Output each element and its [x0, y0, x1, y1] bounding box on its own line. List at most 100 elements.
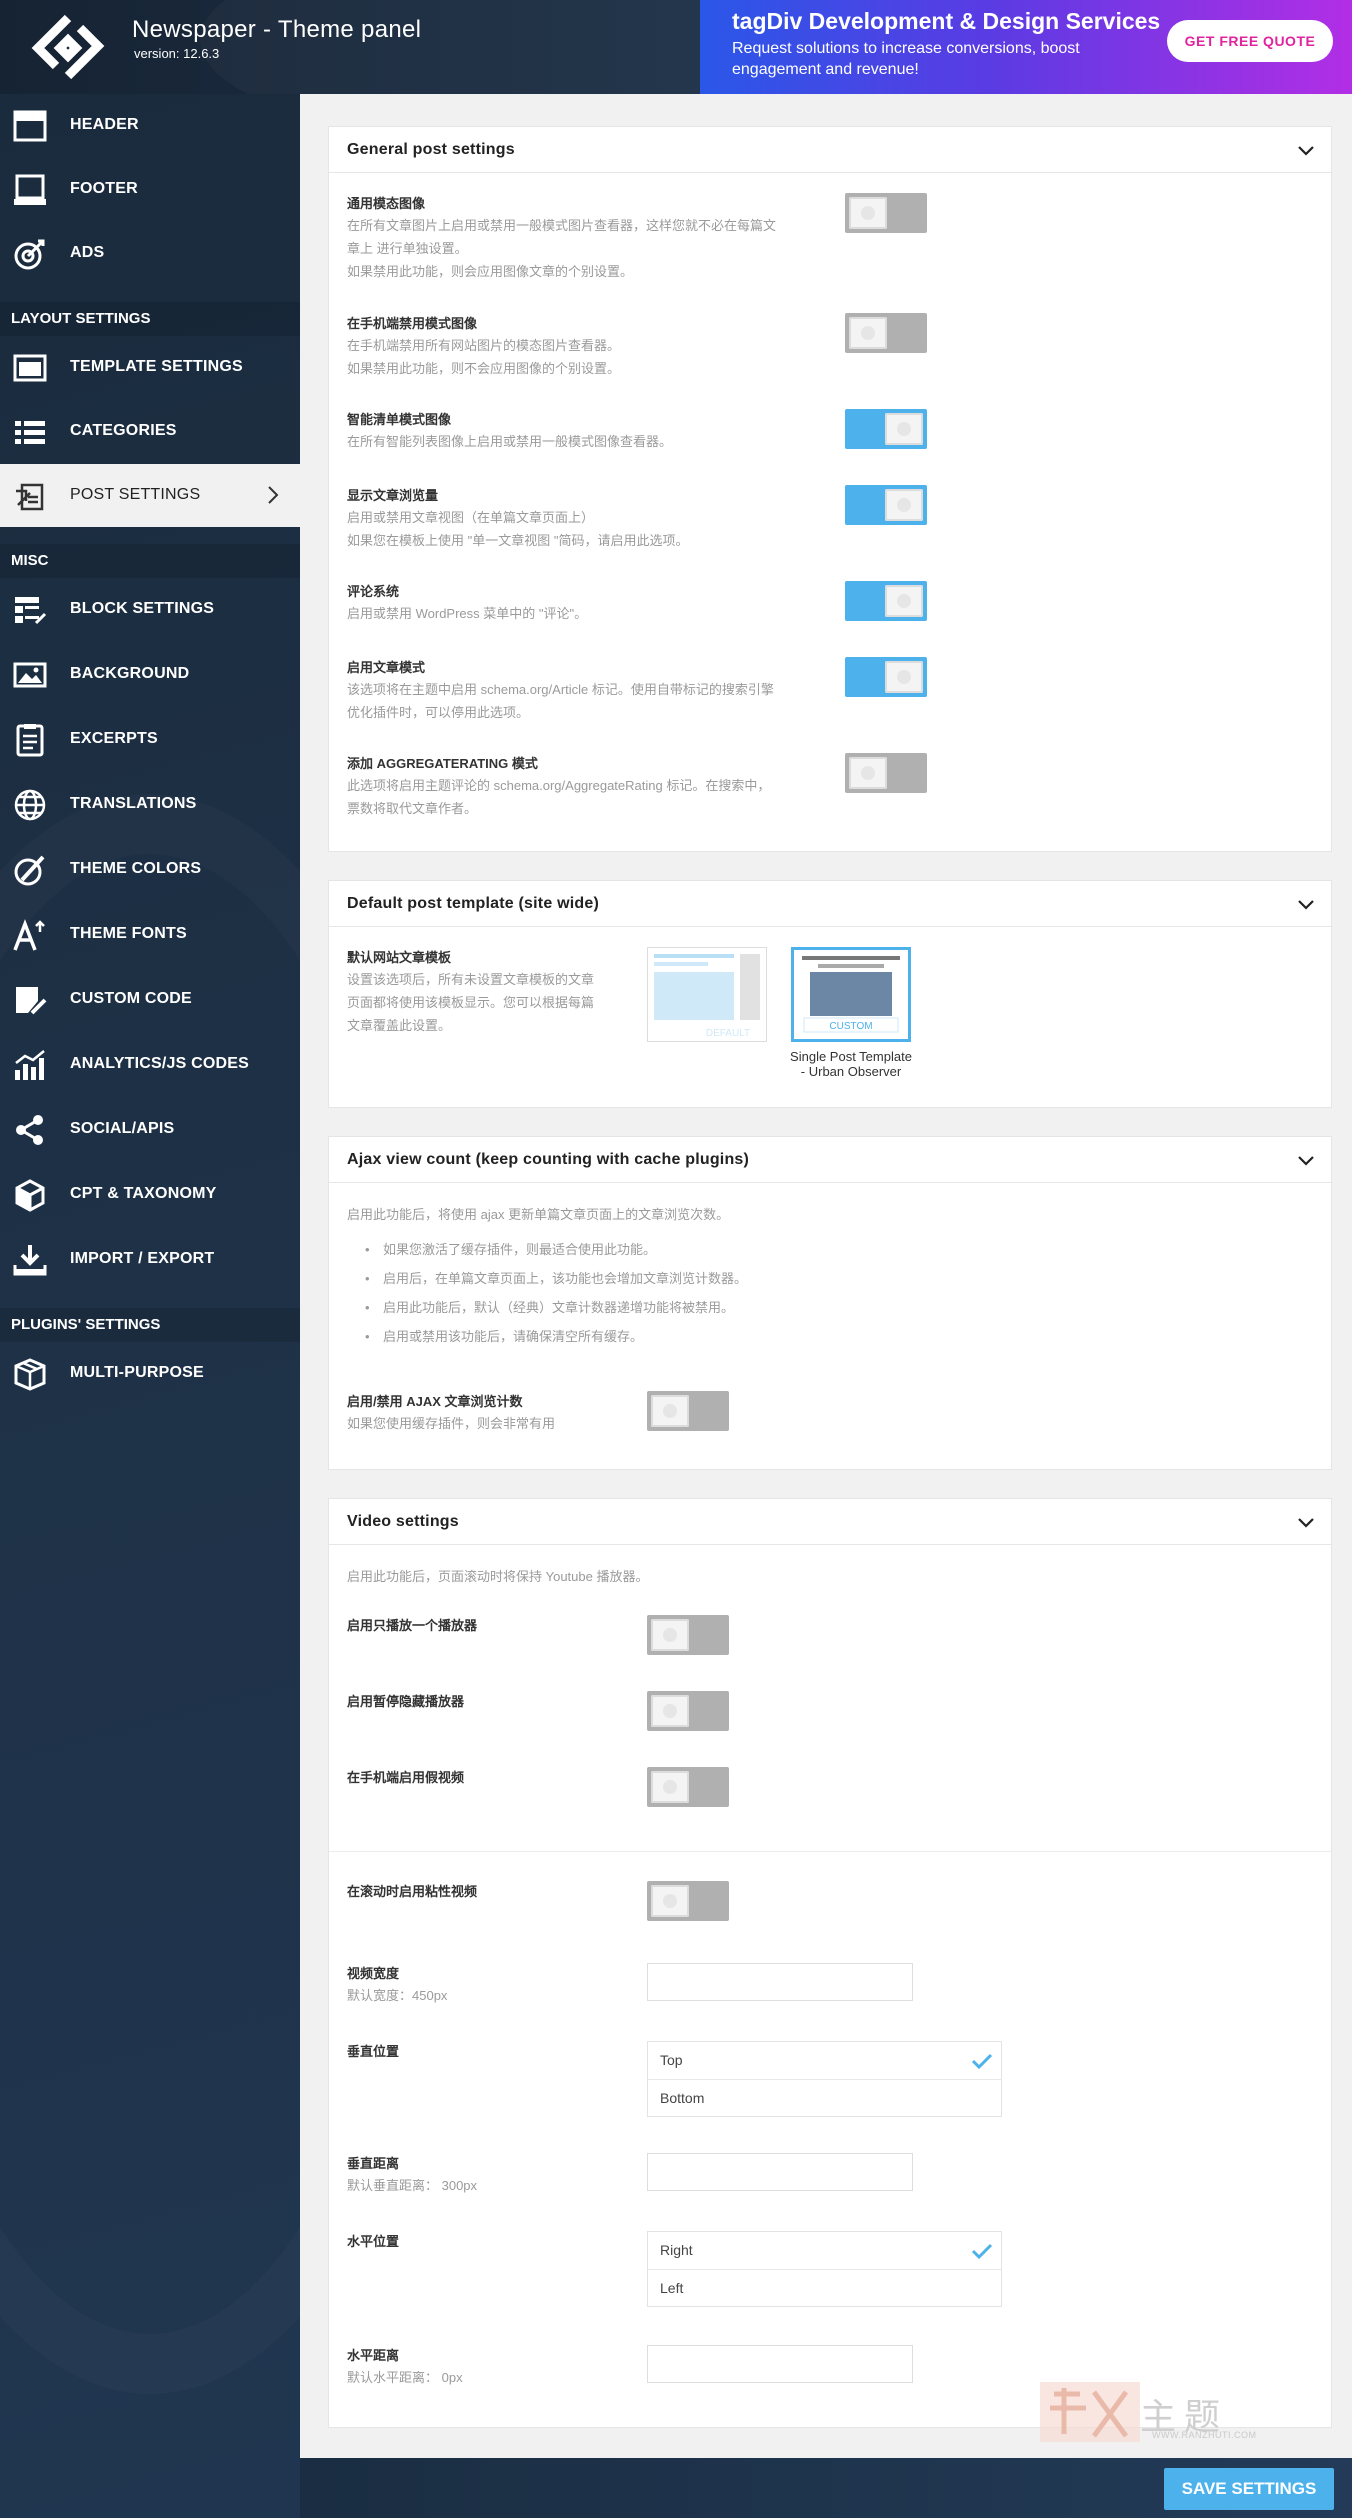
panel-header[interactable]: Video settings — [329, 1499, 1331, 1545]
sidebar-item-label: FOOTER — [70, 180, 138, 197]
template-thumb-custom[interactable]: CUSTOM — [791, 947, 911, 1042]
default-post-template-panel: Default post template (site wide) 默认网站文章… — [328, 880, 1332, 1108]
image-icon — [13, 662, 47, 688]
video-settings-panel: Video settings 启用此功能后，页面滚动时将保持 Youtube 播… — [328, 1498, 1332, 2428]
sidebar-item-social-apis[interactable]: SOCIAL/APIS — [0, 1098, 300, 1161]
sidebar-item-custom-code[interactable]: CUSTOM CODE — [0, 968, 300, 1031]
sidebar-item-label: SOCIAL/APIS — [70, 1120, 175, 1137]
option-right[interactable]: Right — [648, 2232, 1001, 2269]
chevron-down-icon[interactable] — [1295, 139, 1317, 161]
svg-text:DEFAULT: DEFAULT — [706, 1028, 750, 1039]
sticky-video-toggle[interactable] — [647, 1881, 729, 1921]
chevron-down-icon[interactable] — [1295, 1511, 1317, 1533]
sidebar-item-label: HEADER — [70, 116, 139, 133]
save-settings-button[interactable]: SAVE SETTINGS — [1164, 2468, 1334, 2510]
sidebar-item-multi-purpose[interactable]: MULTI-PURPOSE — [0, 1342, 300, 1405]
video-width-input[interactable] — [647, 1963, 913, 2001]
sidebar-item-theme-colors[interactable]: THEME COLORS — [0, 838, 300, 901]
template-icon — [13, 354, 47, 382]
article-schema-toggle[interactable] — [845, 657, 927, 697]
sidebar-item-cpt-taxonomy[interactable]: CPT & TAXONOMY — [0, 1163, 300, 1226]
sidebar-item-label: IMPORT / EXPORT — [70, 1250, 215, 1267]
template-setting-row: 默认网站文章模板 设置该选项后，所有未设置文章模板的文章 页面都将使用该模板显示。… — [347, 947, 647, 1037]
setting-description: 默认宽度：450px — [347, 1988, 448, 2003]
sidebar-item-excerpts[interactable]: EXCERPTS — [0, 708, 300, 771]
setting-label: 启用文章模式 — [347, 660, 426, 675]
single-player-toggle[interactable] — [647, 1615, 729, 1655]
sidebar-item-ads[interactable]: ADS — [0, 222, 300, 285]
sidebar-item-background[interactable]: BACKGROUND — [0, 643, 300, 706]
sidebar-item-theme-fonts[interactable]: THEME FONTS — [0, 903, 300, 966]
setting-label: 水平位置 — [347, 2234, 400, 2249]
section-misc: MISC — [0, 544, 300, 578]
setting-label: 垂直位置 — [347, 2044, 400, 2059]
sidebar-item-label: BACKGROUND — [70, 665, 190, 682]
promo-banner[interactable]: tagDiv Development & Design Services Req… — [700, 0, 1352, 94]
sidebar-item-block-settings[interactable]: BLOCK SETTINGS — [0, 578, 300, 641]
template-thumb-default[interactable]: DEFAULT — [647, 947, 767, 1042]
setting-description: 此选项将启用主题评论的 schema.org/AggregateRating 标… — [347, 778, 771, 816]
sidebar-item-translations[interactable]: TRANSLATIONS — [0, 773, 300, 836]
option-left[interactable]: Left — [648, 2269, 1001, 2306]
vertical-distance-input[interactable] — [647, 2153, 913, 2191]
setting-label: 视频宽度 — [347, 1966, 400, 1981]
smartlist-modal-toggle[interactable] — [845, 409, 927, 449]
aggregaterating-toggle[interactable] — [845, 753, 927, 793]
vertical-position-select[interactable]: Top Bottom — [647, 2041, 1002, 2117]
setting-row-modal-image: 通用模态图像 在所有文章图片上启用或禁用一般模式图片查看器，这样您就不必在每篇文… — [347, 193, 776, 283]
setting-row-sticky-video: 在滚动时启用粘性视频 — [347, 1881, 477, 1900]
mobile-fake-video-toggle[interactable] — [647, 1767, 729, 1807]
default-template-preview-icon: DEFAULT — [654, 954, 760, 1039]
comments-toggle[interactable] — [845, 581, 927, 621]
sidebar-item-label: TEMPLATE SETTINGS — [70, 358, 243, 375]
option-bottom[interactable]: Bottom — [648, 2079, 1001, 2116]
horizontal-position-select[interactable]: Right Left — [647, 2231, 1002, 2307]
sidebar-item-post-settings[interactable]: POST SETTINGS — [0, 464, 300, 527]
setting-row-video-width: 视频宽度 默认宽度：450px — [347, 1963, 447, 2007]
video-intro: 启用此功能后，页面滚动时将保持 Youtube 播放器。 — [347, 1569, 649, 1584]
setting-label: 通用模态图像 — [347, 196, 426, 211]
setting-row-mobile-modal: 在手机端禁用模式图像 在手机端禁用所有网站图片的模态图片查看器。 如果禁用此功能，… — [347, 313, 620, 380]
list-item: 启用或禁用该功能后，请确保清空所有缓存。 — [365, 1322, 747, 1351]
chevron-down-icon[interactable] — [1295, 893, 1317, 915]
mobile-modal-toggle[interactable] — [845, 313, 927, 353]
general-post-settings-panel: General post settings 通用模态图像 在所有文章图片上启用或… — [328, 126, 1332, 852]
code-icon — [16, 987, 47, 1015]
ajax-intro: 启用此功能后，将使用 ajax 更新单篇文章页面上的文章浏览次数。 — [347, 1207, 730, 1222]
setting-row-single-player: 启用只播放一个播放器 — [347, 1615, 477, 1634]
panel-header[interactable]: Ajax view count (keep counting with cach… — [329, 1137, 1331, 1183]
setting-label: 启用暂停隐藏播放器 — [347, 1694, 465, 1709]
sidebar-item-header[interactable]: HEADER — [0, 94, 300, 157]
horizontal-distance-input[interactable] — [647, 2345, 913, 2383]
list-icon — [15, 421, 45, 444]
panel-title: Video settings — [347, 1513, 459, 1530]
bottom-action-bar: SAVE SETTINGS — [300, 2458, 1352, 2518]
get-free-quote-button[interactable]: GET FREE QUOTE — [1167, 20, 1333, 62]
sidebar-item-footer[interactable]: FOOTER — [0, 158, 300, 221]
ajax-count-toggle[interactable] — [647, 1391, 729, 1431]
font-icon — [13, 919, 45, 951]
sidebar-item-label: CPT & TAXONOMY — [70, 1185, 217, 1202]
pause-hide-toggle[interactable] — [647, 1691, 729, 1731]
modal-image-toggle[interactable] — [845, 193, 927, 233]
main-content: General post settings 通用模态图像 在所有文章图片上启用或… — [300, 94, 1352, 2458]
setting-label: 添加 AGGREGATERATING 模式 — [347, 756, 538, 771]
analytics-icon — [15, 1050, 45, 1080]
panel-header[interactable]: General post settings — [329, 127, 1331, 173]
setting-description: 如果您使用缓存插件，则会非常有用 — [347, 1416, 556, 1431]
list-item: 启用后，在单篇文章页面上，该功能也会增加文章浏览计数器。 — [365, 1264, 747, 1293]
header-icon — [13, 110, 47, 142]
setting-row-vertical-position: 垂直位置 — [347, 2041, 399, 2060]
sidebar-item-label: BLOCK SETTINGS — [70, 600, 215, 617]
sidebar-item-label: POST SETTINGS — [70, 486, 201, 503]
sidebar-item-categories[interactable]: CATEGORIES — [0, 400, 300, 463]
sidebar-item-template-settings[interactable]: TEMPLATE SETTINGS — [0, 336, 300, 399]
option-top[interactable]: Top — [648, 2042, 1001, 2079]
setting-label: 垂直距离 — [347, 2156, 400, 2171]
sidebar-item-analytics-js-codes[interactable]: ANALYTICS/JS CODES — [0, 1033, 300, 1096]
panel-header[interactable]: Default post template (site wide) — [329, 881, 1331, 927]
sidebar-item-import-export[interactable]: IMPORT / EXPORT — [0, 1228, 300, 1291]
chevron-down-icon[interactable] — [1295, 1149, 1317, 1171]
sidebar: HEADER FOOTER ADS LAYOUT SETTINGS TEMPLA… — [0, 94, 300, 2518]
post-views-toggle[interactable] — [845, 485, 927, 525]
